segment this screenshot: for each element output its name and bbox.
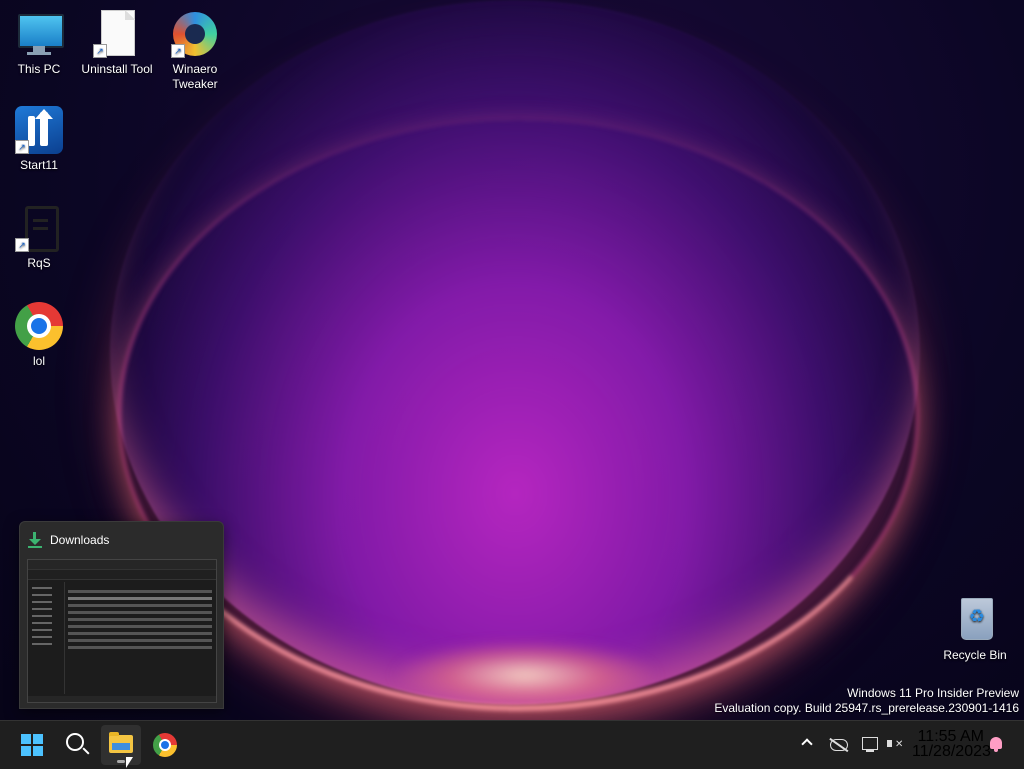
clock-time: 11:55 AM [917,728,984,745]
desktop-icon-label: This PC [17,62,61,76]
network-icon[interactable] [862,737,878,752]
shortcut-arrow-icon: ↗ [15,238,29,252]
wallpaper-bloom-glow [390,640,660,710]
taskbar-thumbnail-preview[interactable]: Downloads [19,521,224,709]
clock-date: 11/28/2023 [912,743,991,760]
thumbnail-window-snapshot[interactable] [27,559,217,703]
notification-bell-icon[interactable] [990,737,1002,752]
show-hidden-icons-button[interactable] [800,735,814,750]
desktop-icon-uninstall-tool[interactable]: ↗ Uninstall Tool [78,10,156,77]
onedrive-offline-icon[interactable] [830,739,848,751]
shortcut-arrow-icon: ↗ [93,44,107,58]
chrome-icon [153,733,177,757]
running-indicator [117,760,125,763]
desktop-icon-label: RqS [27,256,51,270]
taskbar: ✕ 11:55 AM 11/28/2023 [0,720,1024,769]
desktop-icon-label: Start11 [20,158,58,172]
start-button[interactable] [12,725,52,765]
desktop-icon-label: Recycle Bin [943,648,1007,662]
search-button[interactable] [56,725,96,765]
desktop-icon-recycle-bin[interactable]: ♻ Recycle Bin [936,596,1014,663]
desktop-icon-winaero-tweaker[interactable]: ↗ Winaero Tweaker [156,10,234,92]
rqs-icon: ↗ [15,204,63,252]
document-icon: ↗ [93,10,141,58]
monitor-icon [15,10,64,58]
desktop-icon-lol[interactable]: lol [0,302,78,369]
desktop-icon-label: lol [32,354,45,368]
watermark-edition: Windows 11 Pro Insider Preview [847,686,1019,700]
clock[interactable]: 11:55 AM 11/28/2023 [912,728,991,760]
search-icon [66,733,84,751]
desktop-icon-rqs[interactable]: ↗ RqS [0,204,78,271]
file-explorer-button[interactable] [101,725,141,765]
download-arrow-icon [28,532,42,548]
desktop-icon-this-pc[interactable]: This PC [0,10,78,77]
desktop-icon-start11[interactable]: ↗ Start11 [0,106,78,173]
thumbnail-title: Downloads [50,533,110,547]
desktop-icon-label: Uninstall Tool [81,62,153,76]
mouse-cursor-icon [126,757,133,768]
windows-logo-icon [21,734,43,756]
windows-watermark: Windows 11 Pro Insider Preview Evaluatio… [714,686,1019,715]
shortcut-arrow-icon: ↗ [171,44,185,58]
winaero-tweaker-icon: ↗ [171,10,219,58]
desktop-background: This PC ↗ Uninstall Tool ↗ Winaero Tweak… [0,0,1024,720]
chrome-button[interactable] [145,725,185,765]
chevron-up-icon [801,738,813,750]
folder-icon [109,732,133,753]
shortcut-arrow-icon: ↗ [15,140,29,154]
start11-icon: ↗ [15,106,63,154]
recycle-bin-icon: ♻ [951,596,999,644]
volume-muted-icon[interactable]: ✕ [887,736,903,752]
watermark-build: Evaluation copy. Build 25947.rs_prerelea… [714,700,1019,715]
thumbnail-header: Downloads [28,531,109,549]
wallpaper-bloom-rim [118,120,919,711]
desktop-icon-label: Winaero Tweaker [172,62,218,91]
chrome-icon [15,302,63,350]
